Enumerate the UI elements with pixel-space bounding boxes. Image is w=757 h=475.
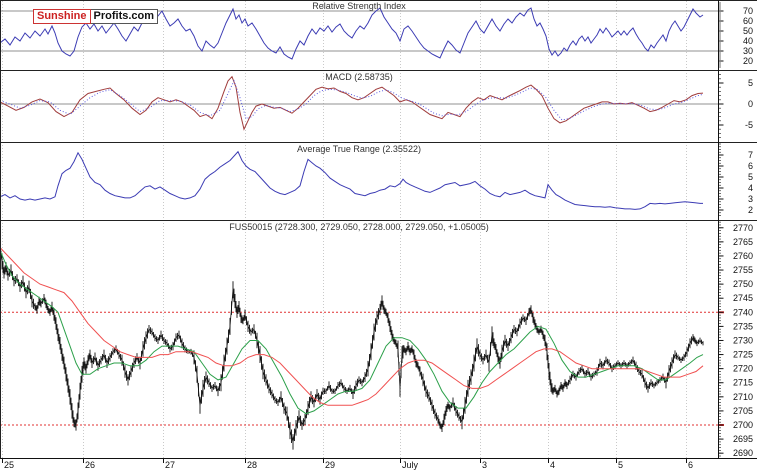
price-line	[0, 247, 704, 443]
x-tick-label: 25	[4, 460, 14, 470]
macd-signal-line	[0, 79, 704, 121]
chart-canvas: 203040506070-505234567269026952700270527…	[0, 0, 757, 470]
y-tick-label: 2715	[733, 378, 753, 388]
x-tick-label: 27	[165, 460, 175, 470]
x-tick-label: 5	[618, 460, 623, 470]
x-tick-label: 29	[325, 460, 335, 470]
y-tick-label: 5	[748, 172, 753, 182]
y-tick-label: 2750	[733, 279, 753, 289]
y-tick-label: 3	[748, 194, 753, 204]
y-tick-label: 60	[743, 16, 753, 26]
y-tick-label: 5	[748, 78, 753, 88]
x-tick-label: 4	[550, 460, 555, 470]
x-tick-label: 26	[85, 460, 95, 470]
y-tick-label: 2	[748, 205, 753, 215]
y-tick-label: -5	[745, 120, 753, 130]
y-tick-label: 30	[743, 46, 753, 56]
x-tick-label: July	[402, 460, 419, 470]
y-tick-label: 2720	[733, 364, 753, 374]
y-tick-label: 2730	[733, 335, 753, 345]
y-tick-label: 2725	[733, 350, 753, 360]
y-tick-label: 2690	[733, 448, 753, 458]
y-tick-label: 2765	[733, 237, 753, 247]
y-tick-label: 2705	[733, 406, 753, 416]
sunshine-profits-logo[interactable]: Sunshine Profits.com	[33, 9, 159, 24]
y-tick-label: 2695	[733, 434, 753, 444]
y-tick-label: 2710	[733, 392, 753, 402]
y-tick-label: 70	[743, 6, 753, 16]
y-tick-label: 20	[743, 56, 753, 66]
x-tick-label: 3	[482, 460, 487, 470]
macd-line	[0, 75, 704, 131]
y-tick-label: 50	[743, 26, 753, 36]
x-tick-label: 6	[688, 460, 693, 470]
logo-sunshine: Sunshine	[33, 9, 91, 24]
y-tick-label: 2745	[733, 293, 753, 303]
y-tick-label: 2755	[733, 265, 753, 275]
y-tick-label: 2770	[733, 223, 753, 233]
y-tick-label: 2760	[733, 251, 753, 261]
y-tick-label: 2700	[733, 420, 753, 430]
x-tick-label: 28	[247, 460, 257, 470]
logo-profits: Profits.com	[90, 9, 159, 24]
y-tick-label: 0	[748, 99, 753, 109]
y-tick-label: 4	[748, 183, 753, 193]
technical-analysis-chart: 20 30 40 50 60 70 -5 0 5 2 3 4 5 6 7 2690 2695 2700 2705 27…	[0, 0, 757, 475]
ma-slow-line	[0, 247, 704, 406]
y-tick-label: 2735	[733, 321, 753, 331]
y-tick-label: 2740	[733, 307, 753, 317]
y-tick-label: 7	[748, 150, 753, 160]
y-tick-label: 6	[748, 161, 753, 171]
y-tick-label: 40	[743, 36, 753, 46]
atr-line	[0, 150, 703, 210]
